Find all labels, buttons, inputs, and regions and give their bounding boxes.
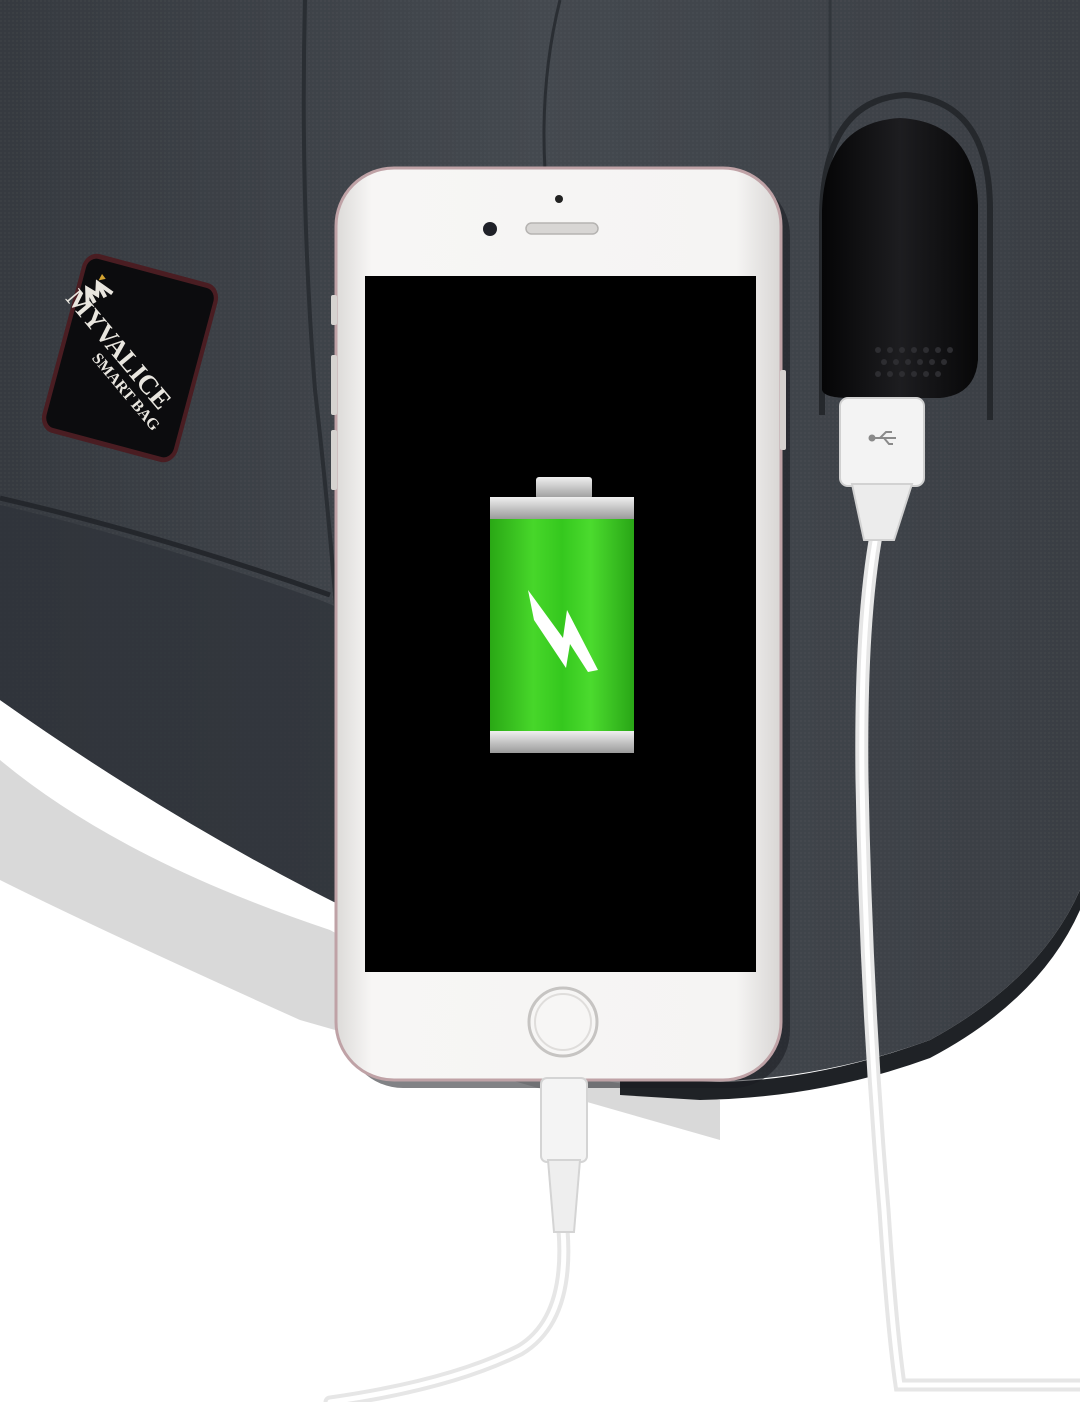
phone-side-button bbox=[331, 295, 337, 325]
battery-fill bbox=[490, 519, 634, 731]
product-photo: MYVALICE SMART BAG bbox=[0, 0, 1080, 1402]
phone-front-camera bbox=[483, 222, 497, 236]
phone-home-button bbox=[527, 986, 599, 1058]
phone-volume-down bbox=[331, 430, 337, 490]
phone-volume-up bbox=[331, 355, 337, 415]
battery-bottom-band bbox=[490, 731, 634, 753]
lightning-connector-plug bbox=[540, 1077, 588, 1163]
phone-top-sensor bbox=[555, 195, 563, 203]
lightning-cable-highlight bbox=[327, 1227, 567, 1402]
usb-port-housing bbox=[822, 118, 978, 398]
lightning-connector-strain-relief bbox=[546, 1159, 582, 1233]
battery-top-band bbox=[490, 497, 634, 519]
phone-earpiece bbox=[525, 222, 599, 235]
battery-cap bbox=[536, 477, 592, 499]
lightning-cable bbox=[323, 1077, 588, 1402]
usb-plug-body bbox=[839, 397, 925, 487]
phone-power-button bbox=[780, 370, 786, 450]
battery-charging-icon bbox=[490, 477, 634, 753]
